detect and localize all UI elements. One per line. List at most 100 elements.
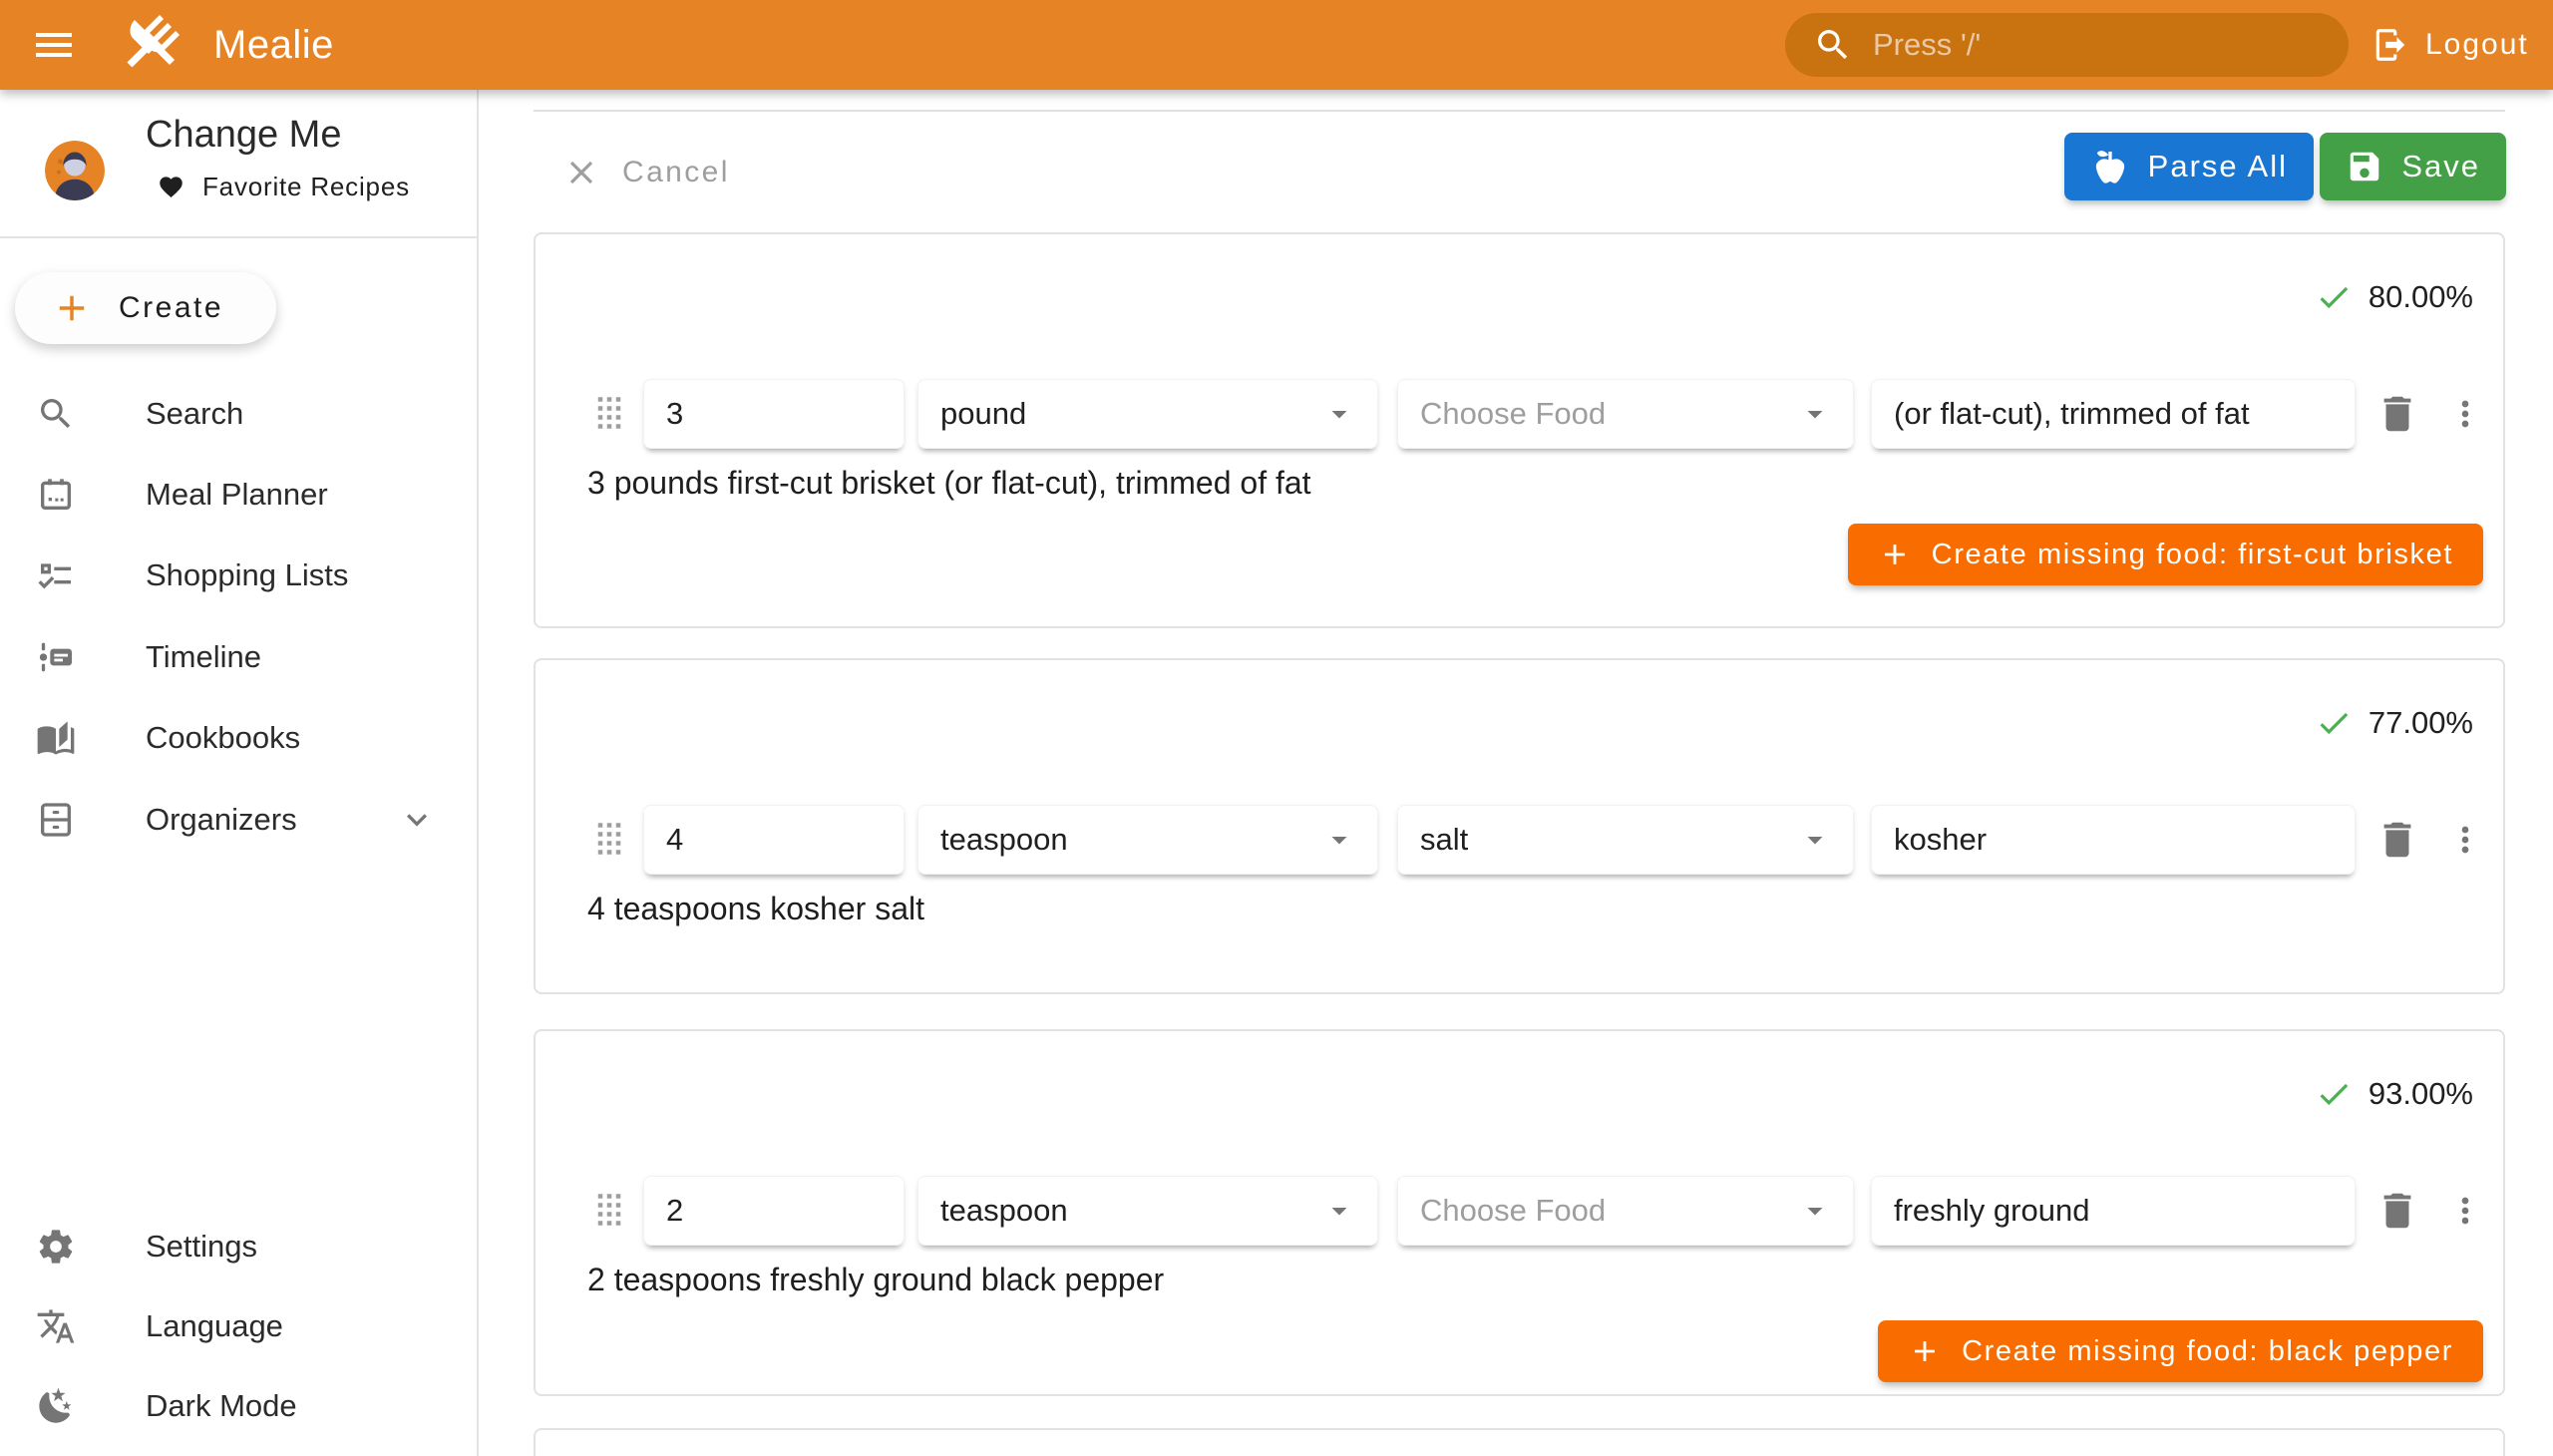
amount-field[interactable] [643, 1176, 905, 1246]
create-missing-food-label: Create missing food: first-cut brisket [1932, 539, 2453, 571]
unit-select[interactable]: pound [917, 379, 1378, 449]
delete-icon[interactable] [2374, 1188, 2420, 1234]
unit-value: teaspoon [940, 1193, 1068, 1229]
note-input[interactable] [1894, 822, 2333, 858]
amount-input[interactable] [666, 822, 882, 858]
user-profile[interactable]: Change Me Favorite Recipes [0, 90, 477, 236]
drag-icon[interactable] [582, 1183, 636, 1237]
food-placeholder: Choose Food [1420, 1193, 1606, 1229]
sidebar-item-label: Dark Mode [146, 1388, 297, 1424]
logout-button[interactable]: Logout [2371, 0, 2529, 90]
food-select[interactable]: Choose Food [1397, 1176, 1854, 1246]
sidebar: Change Me Favorite Recipes Create Search… [0, 90, 479, 1456]
sidebar-item-dark-mode[interactable]: Dark Mode [0, 1366, 477, 1446]
sidebar-item-shopping-lists[interactable]: Shopping Lists [0, 536, 477, 615]
note-field[interactable] [1871, 1176, 2356, 1246]
sidebar-item-meal-planner[interactable]: Meal Planner [0, 455, 477, 535]
silverware-icon [116, 11, 183, 79]
amount-field[interactable] [643, 379, 905, 449]
heart-icon [158, 174, 184, 200]
cancel-button[interactable]: Cancel [562, 138, 730, 207]
parse-all-button[interactable]: Parse All [2064, 133, 2314, 200]
drag-icon[interactable] [582, 812, 636, 866]
logout-icon [2371, 26, 2409, 64]
dropdown-icon [1797, 822, 1833, 858]
user-name: Change Me [146, 114, 341, 157]
confidence-indicator: 80.00% [2315, 278, 2473, 316]
parse-all-label: Parse All [2148, 149, 2288, 184]
sidebar-item-timeline[interactable]: Timeline [0, 617, 477, 697]
create-missing-food-button[interactable]: Create missing food: first-cut brisket [1848, 524, 2483, 585]
app-title: Mealie [213, 0, 334, 90]
divider [0, 236, 477, 238]
parsed-ingredient-text: 4 teaspoons kosher salt [587, 891, 924, 927]
sidebar-item-language[interactable]: Language [0, 1286, 477, 1366]
dropdown-icon [1321, 396, 1357, 432]
search-icon [36, 394, 76, 434]
ingredient-card-partial [534, 1428, 2505, 1456]
cabinet-icon [36, 800, 76, 840]
parsed-ingredient-text: 2 teaspoons freshly ground black pepper [587, 1262, 1164, 1298]
amount-input[interactable] [666, 1193, 882, 1229]
kebab-icon[interactable] [2445, 394, 2485, 434]
sidebar-item-organizers[interactable]: Organizers [0, 780, 477, 860]
plus-icon [1878, 538, 1912, 571]
note-input[interactable] [1894, 1193, 2333, 1229]
moon-icon [36, 1386, 76, 1426]
check-icon [2315, 1075, 2353, 1113]
ingredient-card: 80.00% pound Choose Food 3 pounds first-… [534, 232, 2505, 628]
delete-icon[interactable] [2374, 817, 2420, 863]
confidence-value: 77.00% [2369, 705, 2473, 741]
sidebar-item-cookbooks[interactable]: Cookbooks [0, 698, 477, 778]
confidence-indicator: 93.00% [2315, 1075, 2473, 1113]
food-select[interactable]: Choose Food [1397, 379, 1854, 449]
plus-icon [51, 287, 93, 329]
search-input[interactable] [1873, 27, 2325, 63]
sidebar-item-label: Search [146, 396, 243, 432]
drag-icon[interactable] [582, 386, 636, 440]
checklist-icon [36, 555, 76, 595]
avatar [45, 141, 105, 200]
note-field[interactable] [1871, 379, 2356, 449]
chevron-down-icon[interactable] [397, 800, 437, 840]
sidebar-item-settings[interactable]: Settings [0, 1207, 477, 1286]
search-bar[interactable] [1785, 13, 2349, 77]
confidence-value: 80.00% [2369, 279, 2473, 315]
dropdown-icon [1797, 396, 1833, 432]
food-value: salt [1420, 822, 1468, 858]
note-input[interactable] [1894, 396, 2333, 432]
amount-field[interactable] [643, 805, 905, 875]
gear-icon [36, 1227, 76, 1267]
search-icon [1813, 25, 1853, 65]
note-field[interactable] [1871, 805, 2356, 875]
translate-icon [36, 1306, 76, 1346]
dropdown-icon [1321, 1193, 1357, 1229]
apple-icon [2090, 147, 2130, 186]
unit-select[interactable]: teaspoon [917, 805, 1378, 875]
sidebar-item-label: Settings [146, 1229, 257, 1265]
favorite-recipes-label: Favorite Recipes [202, 172, 410, 202]
check-icon [2315, 704, 2353, 742]
dropdown-icon [1321, 822, 1357, 858]
unit-select[interactable]: teaspoon [917, 1176, 1378, 1246]
delete-icon[interactable] [2374, 391, 2420, 437]
kebab-icon[interactable] [2445, 1191, 2485, 1231]
cancel-label: Cancel [622, 156, 730, 189]
menu-icon[interactable] [30, 21, 78, 69]
confidence-indicator: 77.00% [2315, 704, 2473, 742]
calendar-icon [36, 475, 76, 515]
amount-input[interactable] [666, 396, 882, 432]
plus-icon [1908, 1334, 1942, 1368]
create-button[interactable]: Create [15, 272, 276, 344]
sidebar-item-label: Meal Planner [146, 477, 328, 513]
parsed-ingredient-text: 3 pounds first-cut brisket (or flat-cut)… [587, 465, 1311, 502]
save-button[interactable]: Save [2320, 133, 2506, 200]
create-label: Create [119, 291, 223, 325]
favorite-recipes-link[interactable]: Favorite Recipes [158, 172, 410, 202]
sidebar-item-label: Organizers [146, 802, 297, 838]
sidebar-item-search[interactable]: Search [0, 374, 477, 454]
kebab-icon[interactable] [2445, 820, 2485, 860]
book-icon [36, 718, 76, 758]
create-missing-food-button[interactable]: Create missing food: black pepper [1878, 1320, 2483, 1382]
food-select[interactable]: salt [1397, 805, 1854, 875]
